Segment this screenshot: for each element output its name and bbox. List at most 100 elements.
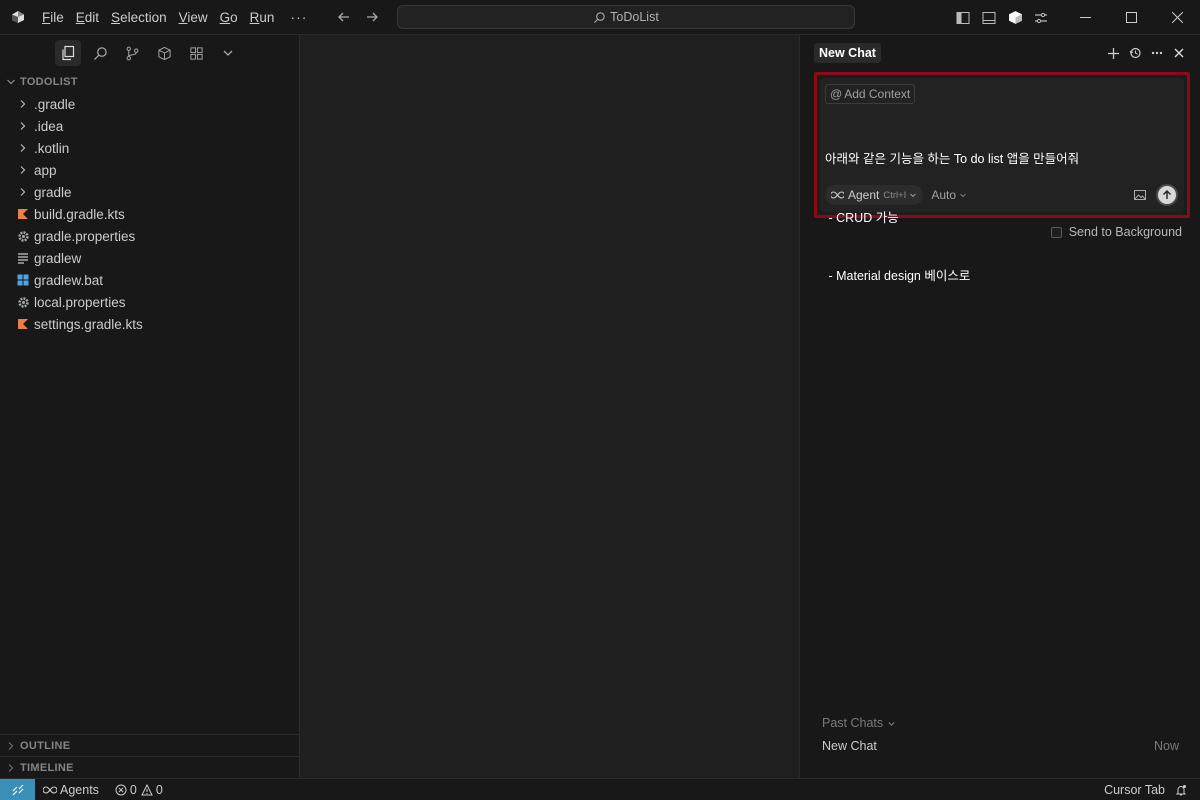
editor-area[interactable] [300, 35, 800, 778]
image-attach-icon[interactable] [1130, 185, 1150, 205]
problems-status[interactable]: 0 0 [115, 783, 163, 797]
warning-icon [141, 783, 153, 795]
chevron-down-icon [910, 193, 917, 198]
chat-panel: New Chat @ Add Context 아래와 같은 기능을 하는 To … [801, 35, 1200, 778]
menu-file[interactable]: File [36, 0, 70, 35]
cursor-tab-status[interactable]: Cursor Tab [1104, 783, 1165, 797]
explorer-files-icon[interactable] [55, 40, 81, 66]
send-to-background-checkbox[interactable] [1050, 226, 1062, 238]
tree-item-label: local.properties [34, 294, 126, 310]
tree-item-label: build.gradle.kts [34, 206, 125, 222]
source-control-icon[interactable] [119, 40, 145, 66]
remote-indicator-button[interactable] [0, 778, 35, 800]
tree-item-local-properties[interactable]: local.properties [0, 291, 299, 313]
chevron-down-icon [888, 721, 895, 726]
menu-selection[interactable]: Selection [105, 0, 173, 35]
tree-item-idea-folder[interactable]: .idea [0, 115, 299, 137]
search-icon[interactable] [87, 40, 113, 66]
status-bar: Agents 0 0 Cursor Tab [0, 778, 1200, 800]
agent-mode-selector[interactable]: Agent Ctrl+I [825, 185, 924, 205]
explorer-sidebar: TODOLIST .gradle .idea .kotlin app gradl… [0, 35, 300, 778]
command-center-search[interactable]: ToDoList [397, 5, 855, 29]
extensions-cube-icon[interactable] [151, 40, 177, 66]
search-title: ToDoList [610, 10, 659, 24]
settings-sliders-icon[interactable] [1028, 0, 1054, 35]
menu-view[interactable]: View [173, 0, 214, 35]
past-chats-label: Past Chats [822, 716, 884, 730]
tree-item-kotlin-folder[interactable]: .kotlin [0, 137, 299, 159]
error-icon [115, 784, 127, 795]
composer-toolbar: Agent Ctrl+I Auto [825, 184, 1178, 206]
tree-item-gradle-properties[interactable]: gradle.properties [0, 225, 299, 247]
tree-item-build-gradle-kts[interactable]: build.gradle.kts [0, 203, 299, 225]
chevron-down-icon[interactable] [215, 40, 241, 66]
add-context-button[interactable]: @ Add Context [825, 84, 916, 104]
chevron-down-icon [7, 79, 15, 85]
workspace-title: TODOLIST [20, 76, 78, 88]
maximize-button[interactable] [1108, 0, 1154, 35]
menu-more-button[interactable]: ··· [280, 9, 317, 25]
plus-icon[interactable] [1102, 44, 1124, 62]
tree-item-label: .gradle [34, 96, 76, 112]
arrow-up-icon [1163, 190, 1171, 199]
chat-composer-highlight: @ Add Context 아래와 같은 기능을 하는 To do list 앱… [814, 72, 1190, 283]
timeline-title: TIMELINE [20, 761, 74, 774]
title-right-controls [950, 0, 1200, 35]
chevron-right-icon [8, 741, 14, 750]
search-icon [594, 11, 605, 23]
menu-go[interactable]: Go [214, 0, 244, 35]
explorer-section-header[interactable]: TODOLIST [0, 71, 299, 93]
back-arrow-icon[interactable] [331, 4, 357, 30]
past-chat-item[interactable]: New Chat Now [822, 739, 1179, 753]
model-selector[interactable]: Auto [931, 188, 967, 202]
timeline-section-header[interactable]: TIMELINE [0, 756, 299, 778]
tree-item-settings-gradle-kts[interactable]: settings.gradle.kts [0, 313, 299, 335]
chevron-right-icon [8, 763, 14, 772]
tree-item-gradlew-bat[interactable]: gradlew.bat [0, 269, 299, 291]
tree-item-gradle-subfolder[interactable]: gradle [0, 181, 299, 203]
tree-item-gradlew[interactable]: gradlew [0, 247, 299, 269]
minimize-button[interactable] [1062, 0, 1108, 35]
chevron-right-icon [16, 163, 30, 177]
send-to-background-toggle[interactable]: Send to Background [1050, 225, 1182, 239]
outline-title: OUTLINE [20, 739, 71, 752]
chevron-right-icon [16, 141, 30, 155]
tab-new-chat[interactable]: New Chat [814, 43, 881, 63]
close-icon[interactable] [1168, 44, 1190, 62]
cursor-tab-label: Cursor Tab [1104, 782, 1165, 797]
past-chats-header[interactable]: Past Chats [822, 716, 896, 730]
chat-composer[interactable]: @ Add Context 아래와 같은 기능을 하는 To do list 앱… [820, 78, 1184, 283]
kotlin-file-icon [16, 317, 30, 331]
add-context-label: Add Context [844, 87, 911, 101]
prompt-line: - Material design 베이스로 [825, 269, 971, 283]
at-icon: @ [830, 87, 843, 101]
extensions-blocks-icon[interactable] [183, 40, 209, 66]
history-icon[interactable] [1124, 44, 1146, 62]
agents-status[interactable]: Agents [43, 783, 99, 797]
prompt-line: 아래와 같은 기능을 하는 To do list 앱을 만들어줘 [825, 152, 1080, 166]
forward-arrow-icon[interactable] [359, 4, 385, 30]
notifications-bell-icon[interactable] [1175, 784, 1190, 796]
file-tree: .gradle .idea .kotlin app gradle build.g… [0, 93, 299, 335]
menu-run[interactable]: Run [244, 0, 281, 35]
gear-icon [16, 229, 30, 243]
warning-count: 0 [155, 782, 163, 797]
close-window-button[interactable] [1154, 0, 1200, 35]
outline-section-header[interactable]: OUTLINE [0, 734, 299, 756]
tree-item-gradle-folder[interactable]: .gradle [0, 93, 299, 115]
more-options-icon[interactable] [1146, 44, 1168, 62]
send-to-background-label: Send to Background [1068, 225, 1182, 239]
toggle-panel-icon[interactable] [976, 0, 1002, 35]
toggle-sidebar-icon[interactable] [950, 0, 976, 35]
prompt-text[interactable]: 아래와 같은 기능을 하는 To do list 앱을 만들어줘 - CRUD … [825, 111, 1176, 326]
send-button[interactable] [1156, 184, 1178, 206]
menu-edit[interactable]: Edit [70, 0, 105, 35]
windows-icon [16, 273, 30, 287]
tree-item-label: .kotlin [34, 140, 70, 156]
kotlin-file-icon [16, 207, 30, 221]
tree-item-app-folder[interactable]: app [0, 159, 299, 181]
cube-icon[interactable] [1002, 0, 1028, 35]
cursor-logo-icon[interactable] [0, 0, 36, 35]
tree-item-label: gradle [34, 184, 72, 200]
past-chat-time: Now [1153, 739, 1179, 753]
